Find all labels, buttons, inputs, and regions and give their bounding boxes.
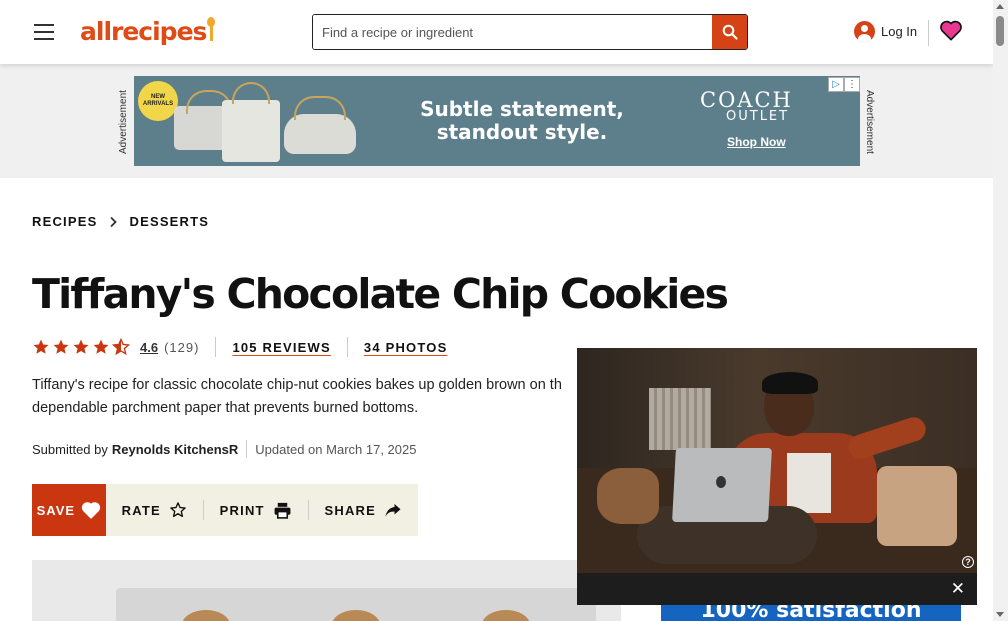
video-scene	[649, 388, 711, 450]
site-logo[interactable]: allrecipes	[80, 14, 216, 46]
scroll-down-arrow-icon[interactable]	[996, 612, 1004, 617]
search-input[interactable]	[313, 15, 713, 49]
heart-icon	[81, 501, 101, 519]
chevron-right-icon	[110, 216, 118, 227]
video-player[interactable]: ? ✕	[577, 348, 977, 605]
search-icon	[722, 24, 738, 40]
star-rating	[32, 338, 130, 356]
ad-headline-line: standout style.	[436, 120, 608, 144]
video-scene	[787, 453, 831, 513]
help-icon[interactable]: ?	[962, 556, 974, 568]
ad-headline: Subtle statement, standout style.	[404, 98, 640, 144]
print-button[interactable]: PRINT	[204, 484, 308, 536]
submitted-by-label: Submitted by	[32, 441, 108, 457]
login-button[interactable]: Log In	[854, 21, 917, 42]
video-control-bar	[577, 573, 977, 605]
rate-button[interactable]: RATE	[106, 484, 203, 536]
ad-more-icon[interactable]: ⋮	[844, 77, 860, 92]
ad-outlet: OUTLET	[726, 109, 790, 124]
ad-choices[interactable]: ▷ ⋮	[828, 77, 860, 92]
ad-headline-line: Subtle statement,	[420, 97, 624, 121]
star-full-icon	[53, 339, 69, 354]
ad-choices-icon[interactable]: ▷	[828, 77, 844, 92]
ad-banner[interactable]: NEW ARRIVALS Subtle statement, standout …	[134, 76, 860, 166]
handbag-image	[222, 100, 280, 162]
ad-label-right: Advertisement	[864, 90, 875, 154]
divider	[215, 337, 217, 357]
ad-label-left: Advertisement	[118, 90, 129, 154]
scroll-thumb[interactable]	[996, 16, 1004, 46]
share-label: SHARE	[324, 502, 376, 518]
search-button[interactable]	[712, 15, 747, 49]
save-button[interactable]: SAVE	[32, 484, 106, 536]
print-label: PRINT	[219, 502, 265, 518]
star-full-icon	[33, 339, 49, 354]
recipe-action-bar: SAVE RATE PRINT SHARE	[32, 484, 418, 536]
author-link[interactable]: Reynolds KitchensR	[112, 442, 238, 457]
site-header: allrecipes Log In	[0, 0, 993, 64]
scrollbar[interactable]	[993, 0, 1008, 621]
printer-icon	[274, 502, 291, 519]
share-button[interactable]: SHARE	[308, 484, 418, 536]
header-divider	[928, 20, 929, 46]
divider	[246, 440, 248, 458]
breadcrumb-recipes[interactable]: RECIPES	[32, 214, 97, 229]
reviews-link[interactable]: 105 REVIEWS	[232, 340, 330, 355]
star-half-icon	[112, 338, 130, 356]
save-label: SAVE	[36, 502, 76, 518]
breadcrumb: RECIPES DESSERTS	[32, 214, 209, 229]
saved-recipes-heart-icon[interactable]	[940, 20, 962, 46]
photos-link[interactable]: 34 PHOTOS	[364, 340, 448, 355]
close-icon[interactable]: ✕	[951, 579, 965, 599]
recipe-title: Tiffany's Chocolate Chip Cookies	[32, 270, 729, 318]
description-line: dependable parchment paper that prevents…	[32, 400, 419, 416]
logo-text: allrecipes	[80, 17, 207, 46]
user-icon	[854, 21, 875, 42]
page: allrecipes Log In Advertisement NEW ARRI…	[0, 0, 1008, 621]
handbag-handle	[294, 96, 346, 120]
scroll-up-arrow-icon[interactable]	[996, 4, 1004, 9]
star-full-icon	[93, 339, 109, 354]
handbag-image	[284, 114, 356, 154]
description-line: Tiffany's recipe for classic chocolate c…	[32, 377, 562, 393]
updated-date: Updated on March 17, 2025	[255, 441, 417, 457]
rate-label: RATE	[121, 502, 161, 518]
menu-icon[interactable]	[34, 24, 54, 40]
divider	[346, 337, 348, 357]
ad-badge: NEW ARRIVALS	[138, 81, 178, 121]
byline: Submitted by Reynolds KitchensR Updated …	[32, 440, 416, 458]
search-bar	[312, 14, 748, 50]
spoon-icon	[207, 17, 216, 43]
breadcrumb-desserts[interactable]: DESSERTS	[129, 214, 209, 229]
star-outline-icon	[170, 502, 186, 518]
share-arrow-icon	[385, 504, 401, 517]
recipe-hero-image	[32, 560, 621, 621]
video-scene	[762, 372, 818, 394]
login-label: Log In	[881, 24, 918, 39]
rating-row: 4.6 (129) 105 REVIEWS 34 PHOTOS	[32, 337, 447, 357]
handbag-handle	[232, 82, 270, 104]
recipe-description: Tiffany's recipe for classic chocolate c…	[32, 374, 592, 420]
ad-cta[interactable]: Shop Now	[727, 135, 786, 149]
video-scene	[877, 466, 957, 546]
rating-value[interactable]: 4.6	[140, 340, 158, 355]
video-scene	[597, 468, 659, 524]
rating-count: (129)	[164, 339, 200, 355]
star-full-icon	[73, 339, 89, 354]
apple-logo-icon	[716, 476, 726, 488]
